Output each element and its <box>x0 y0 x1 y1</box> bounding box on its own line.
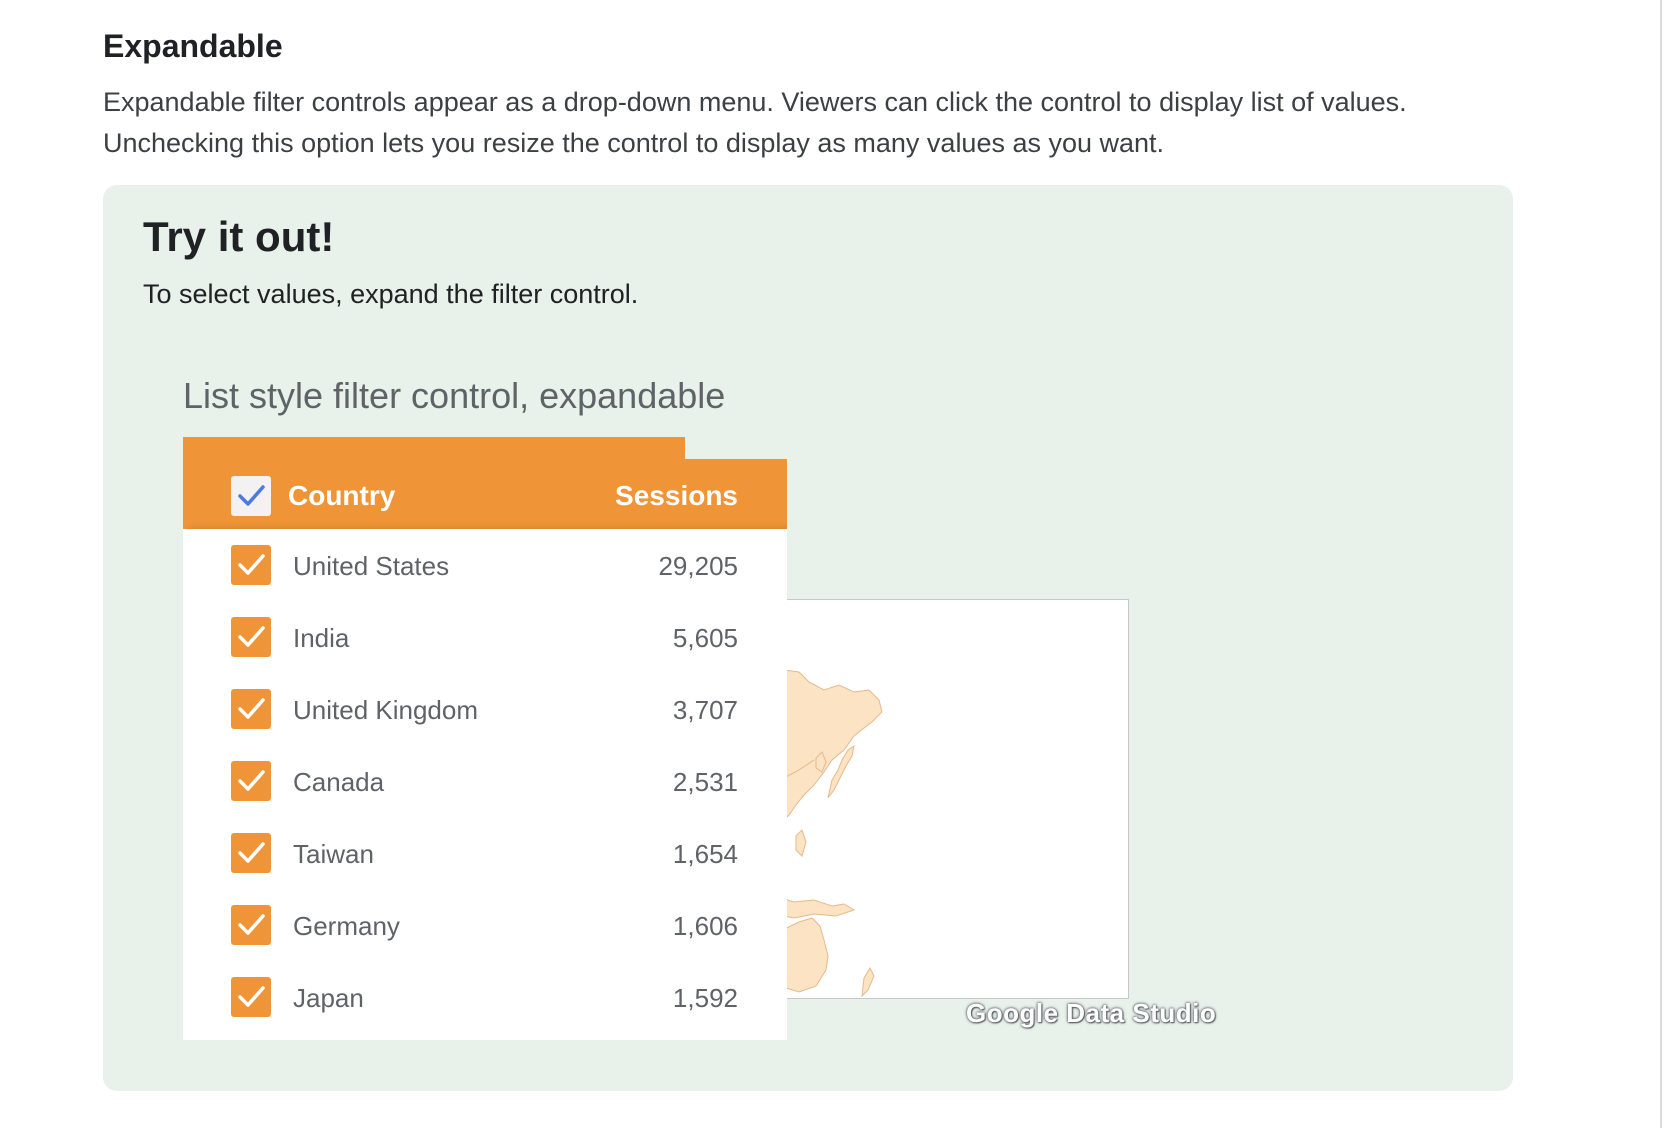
try-it-out-panel: Try it out! To select values, expand the… <box>103 185 1513 1091</box>
description-line-1: Expandable filter controls appear as a d… <box>103 87 1407 117</box>
select-all-checkbox[interactable] <box>231 476 271 516</box>
section-title: Expandable <box>103 28 283 64</box>
row-country: Taiwan <box>293 839 374 869</box>
list-item[interactable]: United States 29,205 <box>183 529 787 601</box>
filter-list: United States 29,205 India 5,605 United … <box>183 529 787 1040</box>
check-icon <box>238 770 265 791</box>
section-description: Expandable filter controls appear as a d… <box>103 82 1543 164</box>
check-icon <box>238 842 265 863</box>
check-icon <box>238 698 265 719</box>
map-region-new-zealand <box>861 966 875 998</box>
row-country: United Kingdom <box>293 695 478 725</box>
row-checkbox[interactable] <box>231 617 271 657</box>
try-it-title: Try it out! <box>143 213 335 260</box>
description-line-2: Unchecking this option lets you resize t… <box>103 128 1165 158</box>
list-item[interactable]: Canada 2,531 <box>183 745 787 817</box>
check-icon <box>238 554 265 575</box>
google-data-studio-watermark: Google Data Studio <box>966 998 1217 1028</box>
row-sessions: 2,531 <box>672 767 738 797</box>
row-checkbox[interactable] <box>231 689 271 729</box>
row-sessions: 1,654 <box>672 839 738 869</box>
row-checkbox[interactable] <box>231 977 271 1017</box>
list-item[interactable]: United Kingdom 3,707 <box>183 673 787 745</box>
map-region-philippines <box>795 829 807 857</box>
demo-heading: List style filter control, expandable <box>183 375 726 416</box>
row-country: India <box>293 623 350 653</box>
country-column-header[interactable]: Country <box>288 480 395 512</box>
row-checkbox[interactable] <box>231 761 271 801</box>
row-sessions: 3,707 <box>672 695 738 725</box>
sessions-column-header[interactable]: Sessions <box>615 480 738 512</box>
list-item[interactable]: India 5,605 <box>183 601 787 673</box>
list-item[interactable]: Taiwan 1,654 <box>183 817 787 889</box>
row-sessions: 1,606 <box>672 911 738 941</box>
list-filter-control[interactable]: Country Sessions United States 29,205 In… <box>183 437 787 1040</box>
right-divider <box>1660 0 1662 1128</box>
filter-tab <box>183 437 685 461</box>
row-checkbox[interactable] <box>231 833 271 873</box>
row-country: Germany <box>293 911 400 941</box>
row-country: United States <box>293 551 450 581</box>
check-icon <box>238 986 265 1007</box>
row-checkbox[interactable] <box>231 905 271 945</box>
row-sessions: 29,205 <box>658 551 738 581</box>
row-sessions: 1,592 <box>672 983 738 1013</box>
row-country: Japan <box>293 983 364 1013</box>
list-item[interactable]: Germany 1,606 <box>183 889 787 961</box>
try-it-subtitle: To select values, expand the filter cont… <box>143 279 639 309</box>
check-icon <box>238 914 265 935</box>
filter-header: Country Sessions <box>183 459 787 529</box>
list-item[interactable]: Japan 1,592 <box>183 961 787 1033</box>
check-icon <box>238 626 265 647</box>
row-checkbox[interactable] <box>231 545 271 585</box>
row-country: Canada <box>293 767 385 797</box>
check-icon <box>238 485 265 506</box>
row-sessions: 5,605 <box>672 623 738 653</box>
